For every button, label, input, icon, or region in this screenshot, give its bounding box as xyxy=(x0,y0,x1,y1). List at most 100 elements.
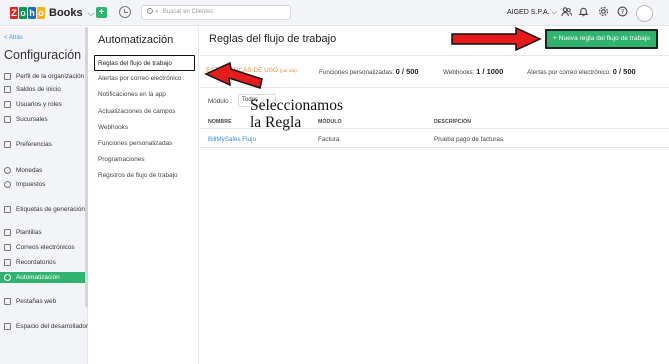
people-icon[interactable] xyxy=(560,6,573,19)
usage-period: (por día) xyxy=(279,68,297,73)
arrow-shape xyxy=(451,27,542,51)
menu-item-schedules[interactable]: Programaciones xyxy=(98,156,145,163)
sidebar-item-label: Plantillas xyxy=(16,229,42,236)
tag-icon xyxy=(4,206,11,213)
divider xyxy=(200,87,669,88)
annotation-text-line1: Seleccionamos xyxy=(250,97,343,114)
sidebar-item-label: Perfil de la organización xyxy=(16,73,85,80)
menu-item-workflow-rules[interactable]: Reglas del flujo de trabajo xyxy=(98,60,172,67)
svg-text:?: ? xyxy=(621,10,625,16)
logo-letter: h xyxy=(28,7,36,19)
row-module: Factura xyxy=(318,136,340,143)
search-placeholder: Buscar en Clientes xyxy=(162,9,214,15)
search-dropdown-icon[interactable]: ▾ xyxy=(156,9,159,15)
sidebar-item-taxes[interactable]: Impuestos xyxy=(0,179,88,190)
mail-icon xyxy=(4,244,11,251)
sidebar-item-label: Pestañas web xyxy=(16,298,57,305)
sidebar-item-currencies[interactable]: Monedas xyxy=(0,165,88,176)
menu-item-in-app-notifications[interactable]: Notificaciones en la app xyxy=(98,91,166,98)
sidebar-item-branches[interactable]: Sucursales xyxy=(0,114,88,125)
new-workflow-rule-button[interactable]: + Nueva regla del flujo de trabajo xyxy=(545,29,658,49)
chevron-down-icon: ⌵ xyxy=(551,9,557,16)
sidebar-item-organization-profile[interactable]: Perfil de la organización xyxy=(0,71,88,82)
chevron-down-icon[interactable]: ⌵ xyxy=(88,8,95,19)
help-icon[interactable]: ? xyxy=(616,6,629,19)
sidebar-item-label: Saldos de inicio xyxy=(16,86,61,93)
row-name-link[interactable]: BillMySales Flujo xyxy=(208,136,256,143)
column-header-description[interactable]: DESCRIPCIÓN xyxy=(434,119,471,125)
sidebar-item-developer-space[interactable]: Espacio del desarrollador xyxy=(0,321,88,332)
menu-item-field-updates[interactable]: Actualizaciones de campos xyxy=(98,108,175,115)
automation-menu: Automatización Reglas del flujo de traba… xyxy=(89,27,199,364)
stat-value: 0 / 500 xyxy=(395,67,419,76)
menu-item-custom-functions[interactable]: Funciones personalizadas xyxy=(98,140,172,147)
sidebar-item-label: Monedas xyxy=(16,167,43,174)
logo-text: Books xyxy=(49,7,83,19)
sidebar-item-automation[interactable]: Automatización xyxy=(0,272,88,283)
stat-custom-functions: Funciones personalizadas: 0 / 500 xyxy=(319,67,419,76)
sidebar-item-opening-balances[interactable]: Saldos de inicio xyxy=(0,84,88,95)
sidebar-item-tags[interactable]: Etiquetas de generación xyxy=(0,204,88,215)
automation-menu-title: Automatización xyxy=(98,34,174,46)
sidebar-item-label: Etiquetas de generación xyxy=(16,206,85,213)
sidebar-item-templates[interactable]: Plantillas xyxy=(0,227,88,238)
organization-switcher[interactable]: AIGED S.P.A. ⌵ xyxy=(507,9,557,17)
zoho-logo: Z o h o xyxy=(10,7,46,19)
reminder-icon xyxy=(4,259,11,266)
divider xyxy=(200,55,669,56)
sidebar-title: Configuración xyxy=(4,48,82,62)
sidebar-scrollbar[interactable] xyxy=(85,27,88,307)
sidebar-item-label: Impuestos xyxy=(16,181,46,188)
menu-item-workflow-logs[interactable]: Registros de flujo de trabajo xyxy=(98,172,178,179)
building-icon xyxy=(4,73,11,80)
search-icon xyxy=(147,8,153,14)
tax-icon xyxy=(4,181,11,188)
sidebar-item-preferences[interactable]: Preferencias xyxy=(0,139,88,150)
menu-item-webhooks[interactable]: Webhooks xyxy=(98,124,128,131)
menu-item-email-alerts[interactable]: Alertas por correo electrónico xyxy=(98,75,181,82)
sidebar-item-label: Preferencias xyxy=(16,141,52,148)
sidebar-item-label: Correos electrónicos xyxy=(16,244,75,251)
bell-icon[interactable] xyxy=(577,6,590,19)
annotation-arrow-right xyxy=(451,27,542,51)
module-filter-label: Módulo : xyxy=(208,98,233,105)
arrow-shape xyxy=(204,62,263,89)
branch-icon xyxy=(4,116,11,123)
logo-letter: Z xyxy=(10,7,18,19)
preferences-icon xyxy=(4,141,11,148)
history-icon[interactable] xyxy=(119,6,131,18)
row-description: Prueba pago de facturas xyxy=(434,136,503,143)
sidebar-item-label: Automatización xyxy=(16,274,60,281)
sidebar-item-label: Recordatorios xyxy=(16,259,56,266)
column-header-name[interactable]: NOMBRE xyxy=(208,119,232,125)
sidebar-item-label: Usuarios y roles xyxy=(16,101,62,108)
column-header-module[interactable]: MÓDULO xyxy=(318,119,342,125)
stat-label: Alertas por correo electrónico: xyxy=(527,69,611,76)
stat-value: 1 / 1000 xyxy=(476,67,504,76)
currency-icon xyxy=(4,167,11,174)
template-icon xyxy=(4,229,11,236)
sidebar-item-reminders[interactable]: Recordatorios xyxy=(0,257,88,268)
gear-icon[interactable] xyxy=(597,6,610,19)
avatar[interactable] xyxy=(636,5,653,22)
annotation-arrow-left xyxy=(204,62,263,89)
automation-icon xyxy=(4,274,11,281)
quick-create-button[interactable]: + xyxy=(96,7,107,18)
top-bar: Z o h o Books ⌵ + ▾ Buscar en Clientes A… xyxy=(0,0,669,26)
users-icon xyxy=(4,101,11,108)
stat-webhooks: Webhooks: 1 / 1000 xyxy=(443,67,503,76)
settings-sidebar: < Atrás Configuración Perfil de la organ… xyxy=(0,27,88,364)
sidebar-item-web-tabs[interactable]: Pestañas web xyxy=(0,296,88,307)
code-icon xyxy=(4,323,11,330)
logo-letter: o xyxy=(37,7,45,19)
divider xyxy=(200,147,669,148)
sidebar-item-emails[interactable]: Correos electrónicos xyxy=(0,242,88,253)
stat-value: 0 / 500 xyxy=(612,67,636,76)
annotation-text-line2: la Regla xyxy=(250,114,302,131)
search-input[interactable]: ▾ Buscar en Clientes xyxy=(141,5,291,20)
zoho-books-logo[interactable]: Z o h o Books ⌵ xyxy=(10,6,94,20)
page-title: Reglas del flujo de trabajo xyxy=(209,33,337,45)
sidebar-item-label: Sucursales xyxy=(16,116,48,123)
back-link[interactable]: < Atrás xyxy=(4,35,23,41)
sidebar-item-users-roles[interactable]: Usuarios y roles xyxy=(0,99,88,110)
